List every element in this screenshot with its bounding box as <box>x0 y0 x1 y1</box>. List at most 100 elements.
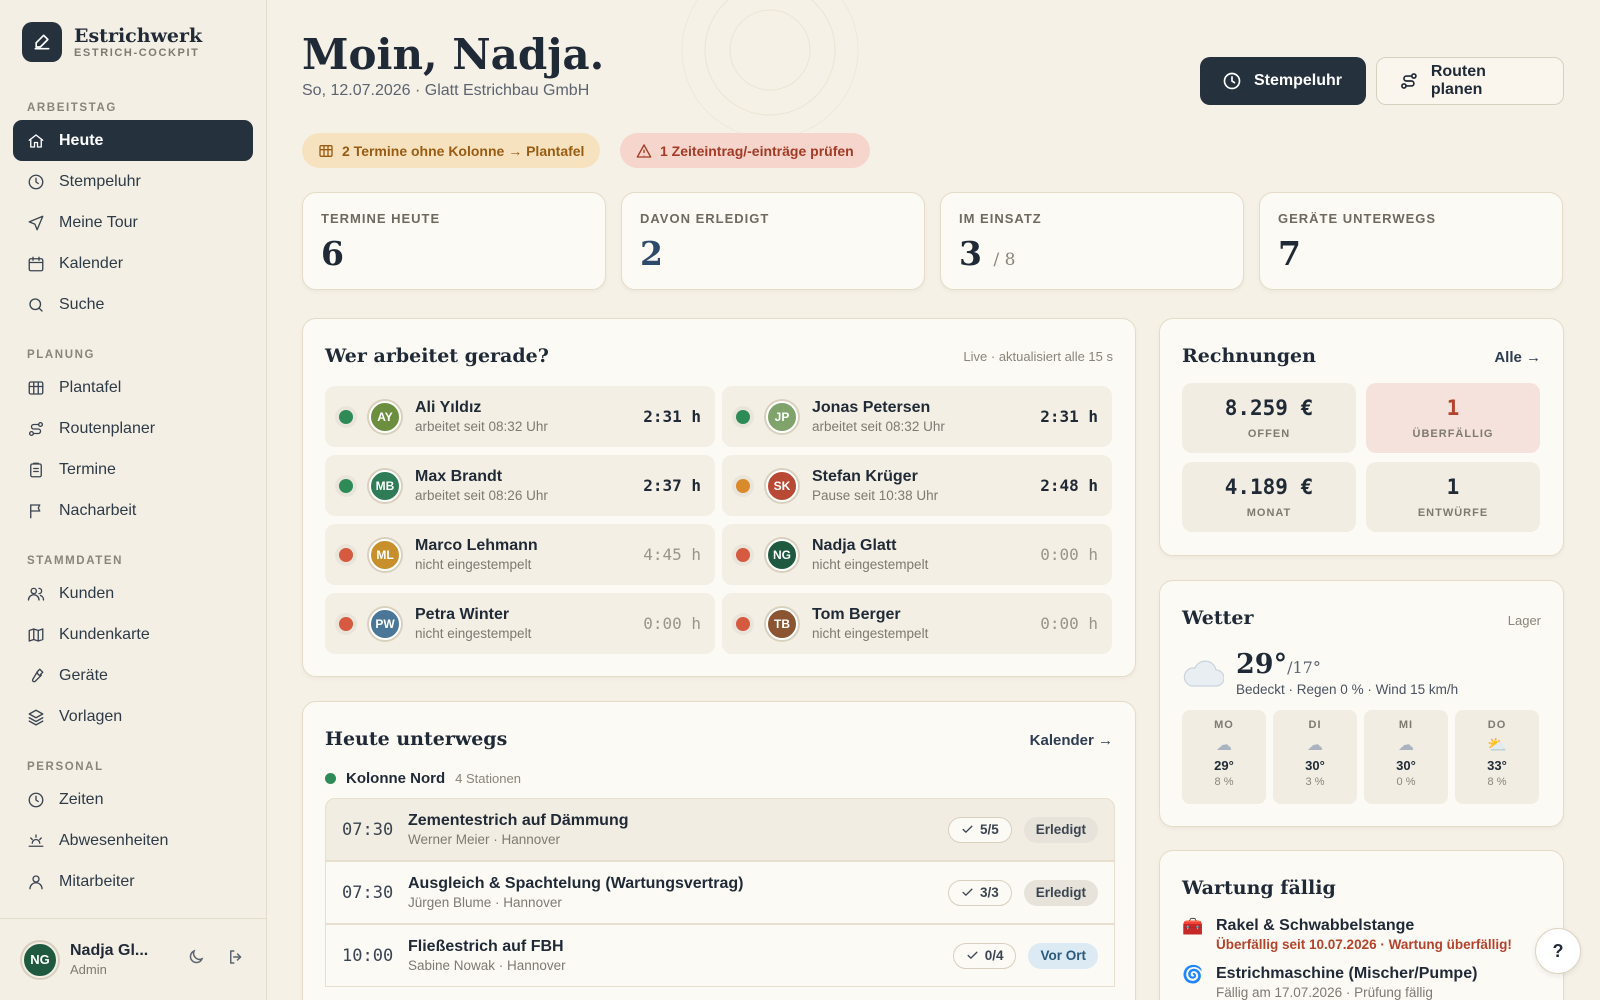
brand-title: Estrichwerk <box>74 25 203 47</box>
help-button[interactable]: ? <box>1535 928 1581 974</box>
worker-row[interactable]: AY Ali Yıldız arbeitet seit 08:32 Uhr 2:… <box>325 386 715 447</box>
checklist-count: 5/5 <box>979 822 999 837</box>
worker-row[interactable]: TB Tom Berger nicht eingestempelt 0:00 h <box>722 593 1112 654</box>
day-temp: 29° <box>1214 758 1234 773</box>
invoice-tile-overdue[interactable]: 1 ÜBERFÄLLIG <box>1366 383 1540 453</box>
kpi-davon-erledigt: DAVON ERLEDIGT 2 <box>621 192 925 290</box>
day-rain: 8 % <box>1214 776 1234 788</box>
status-dot <box>339 547 353 562</box>
kpi-im-einsatz: IM EINSATZ 3 / 8 <box>940 192 1244 290</box>
user-role: Admin <box>70 962 107 977</box>
checklist-badge[interactable]: 5/5 <box>947 816 1012 843</box>
routen-planen-button[interactable]: Routen planen <box>1376 57 1564 105</box>
sidebar-item-meine-tour[interactable]: Meine Tour <box>13 202 253 243</box>
avatar[interactable]: NG <box>22 941 58 978</box>
alert-unassigned[interactable]: 2 Termine ohne Kolonne → Plantafel <box>302 133 601 168</box>
sidebar-item-abwesenheiten[interactable]: Abwesenheiten <box>13 820 253 861</box>
weather-temp: 29° <box>1236 649 1288 680</box>
stempeluhr-button-label: Stempeluhr <box>1254 72 1343 89</box>
cloud-icon: ☁ <box>1398 737 1414 754</box>
status-dot <box>736 409 750 424</box>
worker-time: 2:37 h <box>643 476 701 495</box>
sidebar-item-label: Kundenkarte <box>59 625 150 643</box>
sidebar-item-kalender[interactable]: Kalender <box>13 243 253 284</box>
route-sub: Werner Meier · Hannover <box>408 832 561 847</box>
toolbox-icon: 🧰 <box>1182 917 1204 936</box>
alert-time-check[interactable]: 1 Zeiteintrag/-einträge prüfen <box>620 133 870 168</box>
brand[interactable]: Estrichwerk ESTRICH-COCKPIT <box>22 22 202 62</box>
route-time: 07:30 <box>342 819 394 840</box>
sidebar-item-termine[interactable]: Termine <box>13 449 253 490</box>
avatar: ML <box>369 538 401 571</box>
sidebar-item-routenplaner[interactable]: Routenplaner <box>13 408 253 449</box>
sidebar-item-heute[interactable]: Heute <box>13 120 253 161</box>
invoice-tile-open[interactable]: 8.259 € OFFEN <box>1182 383 1356 453</box>
checklist-badge[interactable]: 3/3 <box>947 879 1012 906</box>
flag-icon <box>30 503 41 518</box>
sidebar-item-mitarbeiter[interactable]: Mitarbeiter <box>13 861 253 902</box>
sidebar-item-stempeluhr[interactable]: Stempeluhr <box>13 161 253 202</box>
weather-location: Lager <box>1507 613 1541 628</box>
maintenance-item[interactable]: 🧰 Rakel & Schwabbelstange Überfällig sei… <box>1182 917 1512 952</box>
weather-title: Wetter <box>1182 607 1254 629</box>
sidebar-item-zeiten[interactable]: Zeiten <box>13 779 253 820</box>
route-row[interactable]: 07:30 Ausgleich & Spachtelung (Wartungsv… <box>325 861 1115 924</box>
logout-icon[interactable] <box>227 948 245 971</box>
worker-name: Marco Lehmann <box>415 537 538 554</box>
worker-status: nicht eingestempelt <box>812 557 929 572</box>
invoice-label: ÜBERFÄLLIG <box>1412 428 1494 440</box>
invoice-tile-month[interactable]: 4.189 € MONAT <box>1182 462 1356 532</box>
day-rain: 3 % <box>1305 776 1325 788</box>
invoice-value: 8.259 € <box>1224 396 1314 420</box>
warning-icon <box>636 143 652 158</box>
stempeluhr-button[interactable]: Stempeluhr <box>1200 57 1366 105</box>
sidebar-item-kunden[interactable]: Kunden <box>13 573 253 614</box>
sidebar-item-suche[interactable]: Suche <box>13 284 253 325</box>
invoice-tile-drafts[interactable]: 1 ENTWÜRFE <box>1366 462 1540 532</box>
invoices-all-link[interactable]: Alle → <box>1494 349 1541 366</box>
maintenance-name: Estrichmaschine (Mischer/Pumpe) <box>1216 965 1478 982</box>
maintenance-item[interactable]: 🌀 Estrichmaschine (Mischer/Pumpe) Fällig… <box>1182 965 1477 1000</box>
sidebar-item-label: Kalender <box>59 254 124 272</box>
sidebar-item-label: Vorlagen <box>59 707 123 725</box>
kpi-value: 7 <box>1278 234 1301 273</box>
route-time: 07:30 <box>342 882 394 903</box>
kpi-suffix: / 8 <box>993 250 1016 270</box>
check-icon <box>962 888 973 896</box>
calendar-link[interactable]: Kalender → <box>1030 732 1113 749</box>
worker-status: Pause seit 10:38 Uhr <box>812 488 939 503</box>
sidebar-item-vorlagen[interactable]: Vorlagen <box>13 696 253 737</box>
grid-icon <box>28 380 44 395</box>
wrench-icon <box>31 668 44 682</box>
sidebar-nav: ARBEITSTAG Heute Stempeluhr Meine Tour Kalen… <box>13 90 253 902</box>
sidebar-item-label: Heute <box>59 131 104 149</box>
invoice-label: ENTWÜRFE <box>1417 507 1489 519</box>
status-dot <box>339 616 353 631</box>
sidebar-item-nacharbeit[interactable]: Nacharbeit <box>13 490 253 531</box>
route-row[interactable]: 10:00 Fließestrich auf FBH Sabine Nowak … <box>325 924 1115 987</box>
moon-icon[interactable] <box>187 948 205 971</box>
status-badge: Vor Ort <box>1028 942 1098 969</box>
worker-row[interactable]: MB Max Brandt arbeitet seit 08:26 Uhr 2:… <box>325 455 715 516</box>
worker-row[interactable]: PW Petra Winter nicht eingestempelt 0:00… <box>325 593 715 654</box>
sidebar-item-kundenkarte[interactable]: Kundenkarte <box>13 614 253 655</box>
route-title: Ausgleich & Spachtelung (Wartungsvertrag… <box>408 875 744 892</box>
sidebar-item-geräte[interactable]: Geräte <box>13 655 253 696</box>
worker-row[interactable]: ML Marco Lehmann nicht eingestempelt 4:4… <box>325 524 715 585</box>
worker-row[interactable]: NG Nadja Glatt nicht eingestempelt 0:00 … <box>722 524 1112 585</box>
route-row[interactable]: 07:30 Zementestrich auf Dämmung Werner M… <box>325 798 1115 861</box>
invoice-value: 1 <box>1446 396 1460 420</box>
worker-row[interactable]: JP Jonas Petersen arbeitet seit 08:32 Uh… <box>722 386 1112 447</box>
worker-name: Petra Winter <box>415 606 510 623</box>
worker-status: arbeitet seit 08:32 Uhr <box>415 419 548 434</box>
forecast-day: MO ☁ 29° 8 % <box>1182 710 1266 804</box>
day-name: MO <box>1214 719 1234 731</box>
clipboard-icon <box>30 462 42 477</box>
worker-row[interactable]: SK Stefan Krüger Pause seit 10:38 Uhr 2:… <box>722 455 1112 516</box>
sidebar-item-plantafel[interactable]: Plantafel <box>13 367 253 408</box>
checklist-badge[interactable]: 0/4 <box>952 942 1017 969</box>
cloud-icon <box>1183 660 1224 687</box>
status-badge: Erledigt <box>1023 816 1098 843</box>
nav-section-label: ARBEITSTAG <box>27 102 117 114</box>
forecast-day: DO ⛅ 33° 8 % <box>1455 710 1539 804</box>
